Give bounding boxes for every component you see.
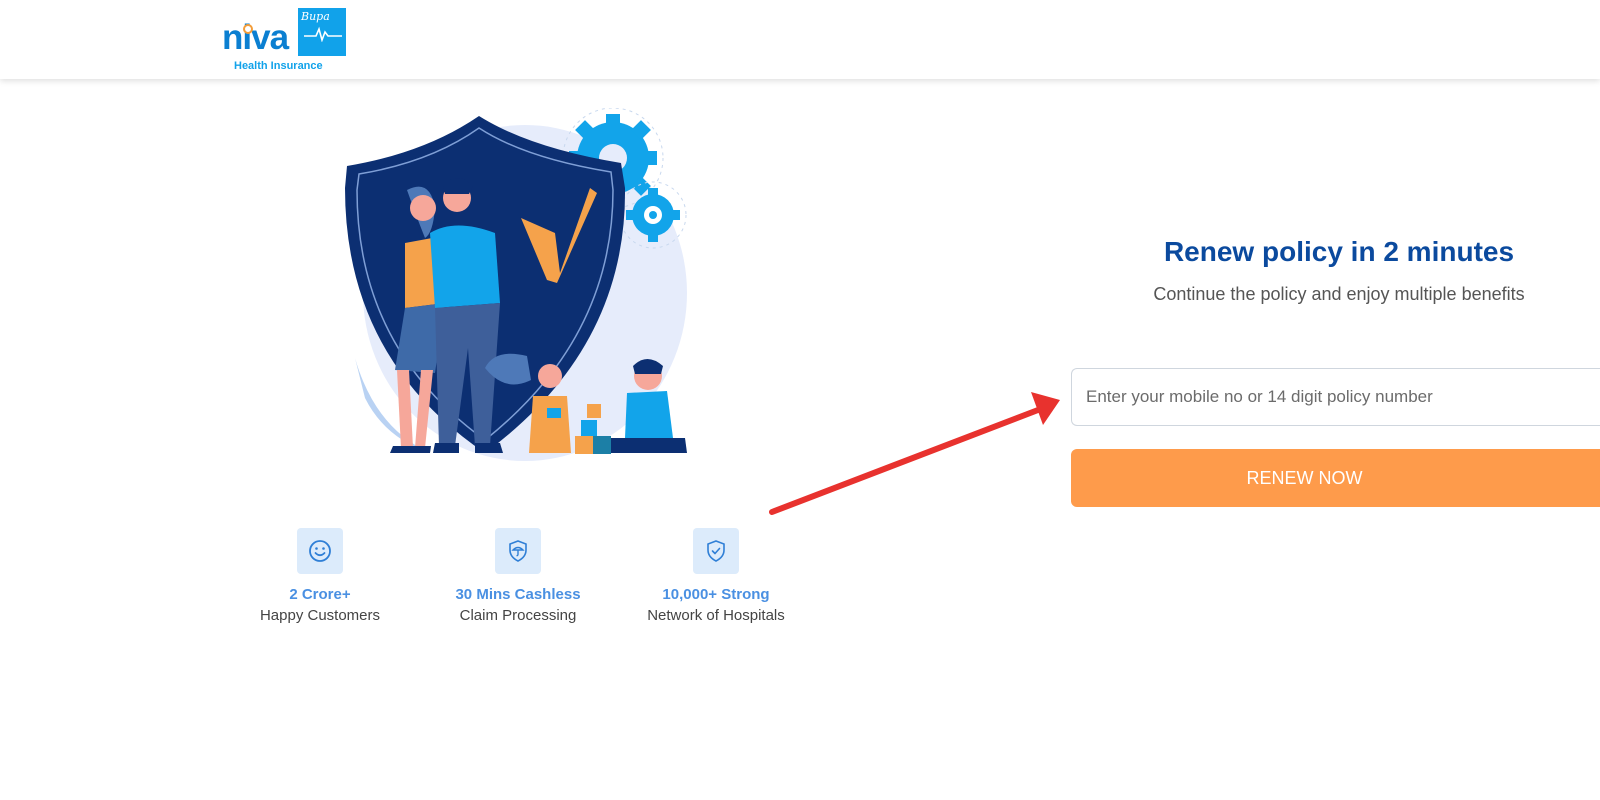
- renew-now-button[interactable]: RENEW NOW: [1071, 449, 1600, 507]
- family-shield-illustration: [345, 108, 687, 461]
- page-subtitle: Continue the policy and enjoy multiple b…: [1153, 284, 1525, 304]
- renew-now-button-label: RENEW NOW: [1246, 467, 1363, 488]
- feature-subtitle: Network of Hospitals: [647, 607, 785, 624]
- bupa-badge-label: Bupa: [301, 10, 330, 23]
- site-header: niva Bupa Health Insurance: [0, 0, 1600, 79]
- shield-umbrella-icon: [495, 528, 541, 574]
- heartbeat-icon: [304, 26, 342, 42]
- logo-dot: [243, 24, 253, 34]
- smiley-icon: [297, 528, 343, 574]
- shield-check-icon: [693, 528, 739, 574]
- feature-title: 30 Mins Cashless: [455, 586, 581, 603]
- logo-wordmark: niva: [222, 18, 289, 57]
- feature-cashless-claims: 30 Mins Cashless Claim Processing: [418, 528, 618, 624]
- niva-bupa-logo[interactable]: niva Bupa Health Insurance: [222, 6, 352, 76]
- page-title: Renew policy in 2 minutes: [1163, 236, 1515, 267]
- feature-subtitle: Claim Processing: [459, 607, 577, 624]
- policy-number-input[interactable]: [1071, 368, 1600, 426]
- feature-stats: 2 Crore+ Happy Customers 30 Mins Cashles…: [220, 528, 820, 638]
- feature-happy-customers: 2 Crore+ Happy Customers: [220, 528, 420, 624]
- feature-hospital-network: 10,000+ Strong Network of Hospitals: [616, 528, 816, 624]
- feature-title: 10,000+ Strong: [662, 586, 770, 603]
- bupa-badge: Bupa: [298, 8, 346, 56]
- feature-title: 2 Crore+: [289, 586, 351, 603]
- logo-tagline: Health Insurance: [234, 60, 323, 72]
- feature-subtitle: Happy Customers: [259, 607, 381, 624]
